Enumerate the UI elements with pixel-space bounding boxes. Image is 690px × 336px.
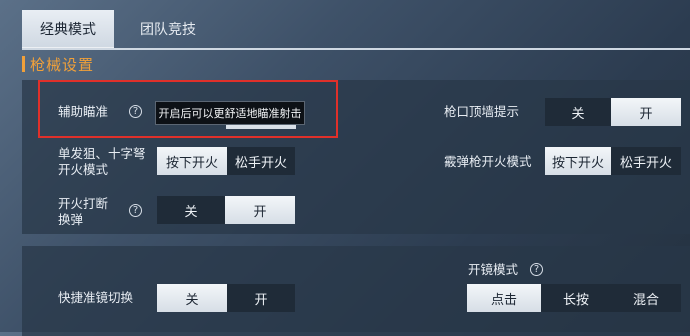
muzzle-wall-label: 枪口顶墙提示	[444, 104, 520, 119]
scope-mode-label: 开镜模式	[468, 262, 519, 277]
shotgun-release-fire-option[interactable]: 松手开火	[611, 147, 681, 175]
quick-scope-label: 快捷准镜切换	[58, 290, 134, 305]
sniper-release-fire-option[interactable]: 松手开火	[227, 147, 295, 175]
fire-interrupt-help-icon[interactable]: ?	[129, 204, 142, 217]
muzzle-wall-on-option[interactable]: 开	[611, 98, 681, 126]
shotgun-fire-label: 霰弹枪开火模式	[444, 154, 532, 169]
scope-mode-toggle[interactable]: 点击 长按 混合	[467, 284, 681, 312]
quick-scope-off-option[interactable]: 关	[157, 284, 227, 312]
sniper-fire-label-line1: 单发狙、十字弩	[58, 146, 146, 161]
scope-mode-help-icon[interactable]: ?	[530, 263, 543, 276]
quick-scope-toggle[interactable]: 关 开	[157, 284, 295, 312]
quick-scope-on-option[interactable]: 开	[227, 284, 295, 312]
section-title: 枪械设置	[30, 56, 95, 74]
question-mark-icon: ?	[132, 205, 139, 216]
muzzle-wall-off-option[interactable]: 关	[545, 98, 611, 126]
fire-interrupt-on-option[interactable]: 开	[225, 196, 295, 224]
shotgun-press-fire-option[interactable]: 按下开火	[545, 147, 611, 175]
fire-interrupt-toggle[interactable]: 关 开	[157, 196, 295, 224]
sniper-fire-toggle[interactable]: 按下开火 松手开火	[157, 147, 295, 175]
fire-interrupt-off-option[interactable]: 关	[157, 196, 225, 224]
shotgun-fire-toggle[interactable]: 按下开火 松手开火	[545, 147, 681, 175]
tab-classic-mode[interactable]: 经典模式	[22, 10, 114, 48]
scope-mode-hold-option[interactable]: 长按	[541, 284, 611, 312]
question-mark-icon: ?	[533, 264, 540, 275]
tab-underline	[22, 48, 690, 50]
sniper-press-fire-option[interactable]: 按下开火	[157, 147, 227, 175]
scope-mode-mixed-option[interactable]: 混合	[611, 284, 681, 312]
section-accent-bar	[22, 56, 25, 72]
muzzle-wall-toggle[interactable]: 关 开	[545, 98, 681, 126]
sniper-fire-label-line2: 开火模式	[58, 162, 109, 177]
scope-mode-click-option[interactable]: 点击	[467, 284, 541, 312]
tab-team-deathmatch[interactable]: 团队竞技	[122, 10, 214, 48]
highlight-box	[38, 80, 338, 138]
fire-interrupt-label-line1: 开火打断	[58, 196, 109, 211]
fire-interrupt-label-line2: 换弹	[58, 212, 84, 227]
